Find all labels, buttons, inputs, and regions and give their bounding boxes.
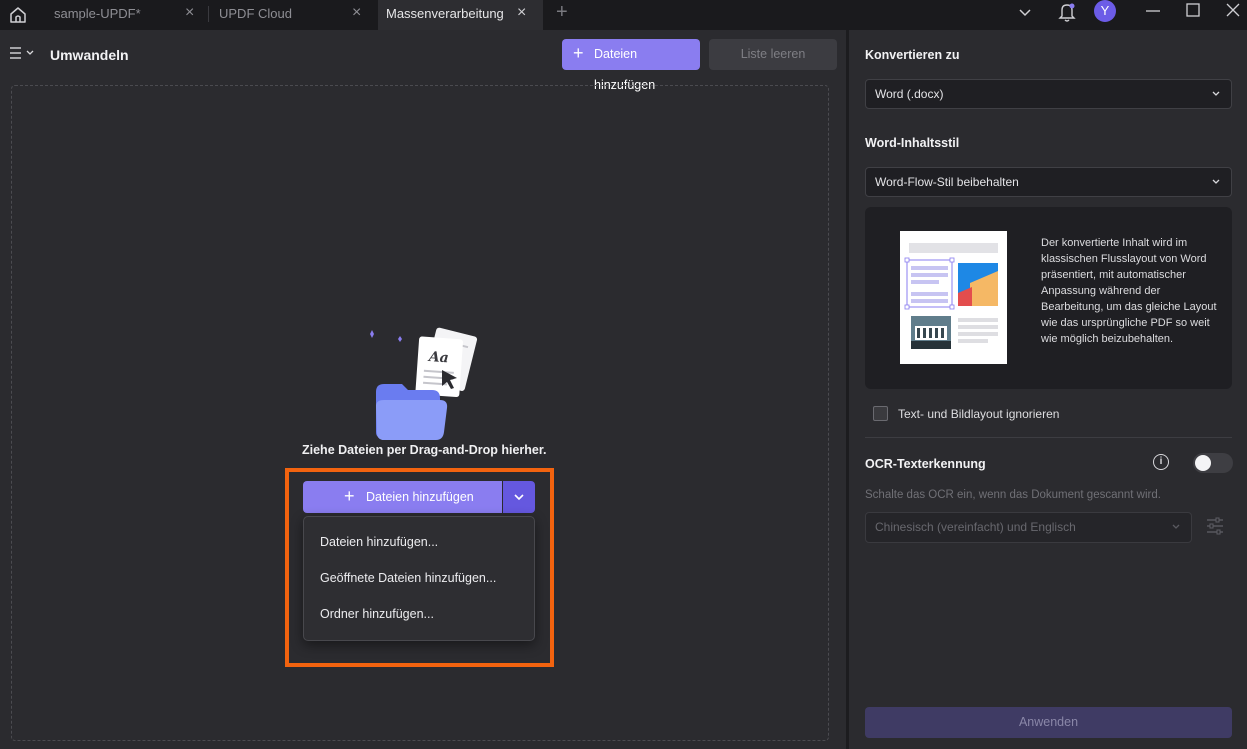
settings-sliders-icon[interactable]: [1205, 516, 1225, 536]
convert-to-label: Konvertieren zu: [865, 48, 960, 62]
page-title: Umwandeln: [50, 47, 129, 63]
content-style-select[interactable]: Word-Flow-Stil beibehalten: [865, 167, 1232, 197]
style-preview-card: Der konvertierte Inhalt wird im klassisc…: [865, 207, 1232, 389]
ignore-layout-label: Text- und Bildlayout ignorieren: [898, 407, 1060, 421]
drop-hint-text: Ziehe Dateien per Drag-and-Drop hierher.: [302, 443, 547, 457]
ignore-layout-checkbox[interactable]: [873, 406, 888, 421]
ocr-language-value: Chinesisch (vereinfacht) und Englisch: [875, 520, 1076, 534]
maximize-icon[interactable]: [1186, 3, 1200, 17]
add-files-dropdown-toggle[interactable]: [503, 481, 535, 513]
menu-icon[interactable]: [10, 46, 36, 60]
convert-to-select[interactable]: Word (.docx): [865, 79, 1232, 109]
add-files-split-label: Dateien hinzufügen: [366, 490, 474, 504]
menu-item-add-files[interactable]: Dateien hinzufügen...: [320, 535, 438, 549]
new-tab-button[interactable]: +: [556, 1, 568, 24]
menu-item-add-folder[interactable]: Ordner hinzufügen...: [320, 607, 434, 621]
avatar[interactable]: Y: [1094, 0, 1116, 22]
title-bar: sample-UPDF* × UPDF Cloud × Massenverarb…: [0, 0, 1247, 30]
tab-sample-updf[interactable]: sample-UPDF* ×: [40, 0, 210, 30]
style-description: Der konvertierte Inhalt wird im klassisc…: [1041, 237, 1217, 345]
convert-to-value: Word (.docx): [875, 87, 944, 101]
chevron-down-icon[interactable]: [1018, 8, 1032, 18]
ocr-hint-text: Schalte das OCR ein, wenn das Dokument g…: [865, 489, 1161, 501]
chevron-down-icon: [1172, 524, 1180, 529]
tab-massenverarbeitung[interactable]: Massenverarbeitung ×: [378, 0, 543, 30]
apply-button[interactable]: Anwenden: [865, 707, 1232, 738]
tab-updf-cloud[interactable]: UPDF Cloud ×: [209, 0, 377, 30]
section-divider: [865, 437, 1232, 438]
close-icon[interactable]: [1226, 3, 1240, 17]
add-files-split-button[interactable]: + Dateien hinzufügen: [303, 481, 502, 513]
content-style-label: Word-Inhaltsstil: [865, 136, 960, 150]
plus-icon: +: [344, 486, 355, 506]
tab-label: Massenverarbeitung: [386, 6, 504, 21]
ocr-toggle[interactable]: [1193, 453, 1233, 473]
close-tab-icon[interactable]: ×: [517, 2, 526, 24]
ocr-language-select[interactable]: Chinesisch (vereinfacht) und Englisch: [865, 512, 1192, 543]
close-tab-icon[interactable]: ×: [352, 2, 361, 24]
tab-label: sample-UPDF*: [54, 6, 141, 21]
svg-text:Aa: Aa: [426, 349, 449, 366]
toggle-knob: [1195, 455, 1211, 471]
bell-icon[interactable]: [1058, 2, 1076, 22]
flow-layout-preview-image: [900, 231, 1007, 364]
chevron-down-icon: [514, 494, 524, 501]
conversion-workspace: Umwandeln + Dateien hinzufügen Liste lee…: [0, 30, 846, 749]
home-icon[interactable]: [8, 5, 28, 25]
settings-panel: Konvertieren zu Word (.docx) Word-Inhalt…: [849, 30, 1247, 749]
close-tab-icon[interactable]: ×: [185, 2, 194, 24]
clear-list-button[interactable]: Liste leeren: [709, 39, 837, 70]
info-icon[interactable]: i: [1153, 454, 1169, 470]
ocr-label: OCR-Texterkennung: [865, 457, 986, 471]
menu-item-add-open-files[interactable]: Geöffnete Dateien hinzufügen...: [320, 571, 496, 585]
folder-documents-illustration: Aa: [370, 327, 478, 440]
minimize-icon[interactable]: [1146, 10, 1160, 12]
plus-icon: +: [573, 43, 584, 63]
chevron-down-icon: [1212, 179, 1220, 184]
chevron-down-icon: [1212, 91, 1220, 96]
tab-label: UPDF Cloud: [219, 6, 292, 21]
add-files-menu: Dateien hinzufügen... Geöffnete Dateien …: [303, 516, 535, 641]
add-files-button[interactable]: + Dateien hinzufügen: [562, 39, 700, 92]
content-style-value: Word-Flow-Stil beibehalten: [875, 175, 1019, 189]
